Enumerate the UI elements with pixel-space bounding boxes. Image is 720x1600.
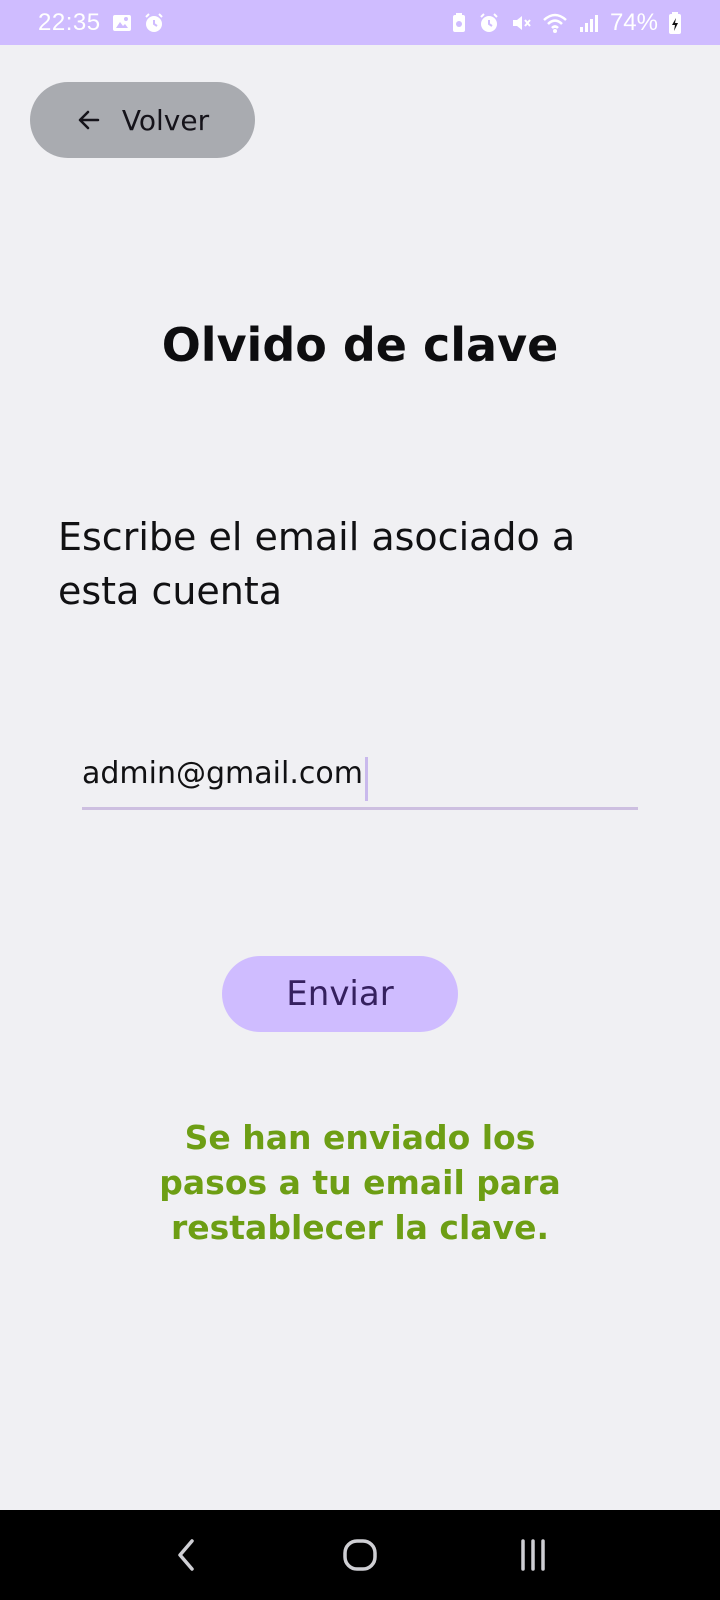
status-right: 74% [450, 9, 682, 37]
status-time: 22:35 [38, 8, 101, 36]
instructions-text: Escribe el email asociado a esta cuenta [58, 515, 576, 613]
battery-icon [668, 11, 682, 35]
navigation-bar [0, 1510, 720, 1600]
status-bar: 22:35 74% [0, 0, 720, 45]
recents-nav-icon[interactable] [493, 1520, 573, 1590]
wifi-icon [542, 12, 568, 34]
gallery-icon [111, 12, 133, 34]
back-button-label: Volver [121, 103, 210, 137]
back-button[interactable]: Volver [30, 82, 255, 158]
home-nav-icon[interactable] [320, 1520, 400, 1590]
alarm-icon [143, 12, 165, 34]
arrow-left-icon [76, 107, 102, 133]
status-left: 22:35 [38, 9, 165, 37]
signal-icon [578, 12, 600, 34]
alarm-icon [478, 12, 500, 34]
battery-saver-icon [450, 12, 468, 34]
battery-percent: 74% [609, 8, 658, 36]
send-button[interactable]: Enviar [222, 956, 458, 1032]
success-message: Se han enviado los pasos a tu email para… [159, 1118, 561, 1247]
mute-icon [510, 12, 532, 34]
text-caret [364, 756, 368, 801]
email-field[interactable]: admin@gmail.com [82, 748, 638, 810]
email-input-value[interactable]: admin@gmail.com [82, 748, 363, 800]
page-title: Olvido de clave [161, 318, 559, 372]
send-button-label: Enviar [286, 974, 394, 1014]
back-nav-icon[interactable] [147, 1520, 227, 1590]
